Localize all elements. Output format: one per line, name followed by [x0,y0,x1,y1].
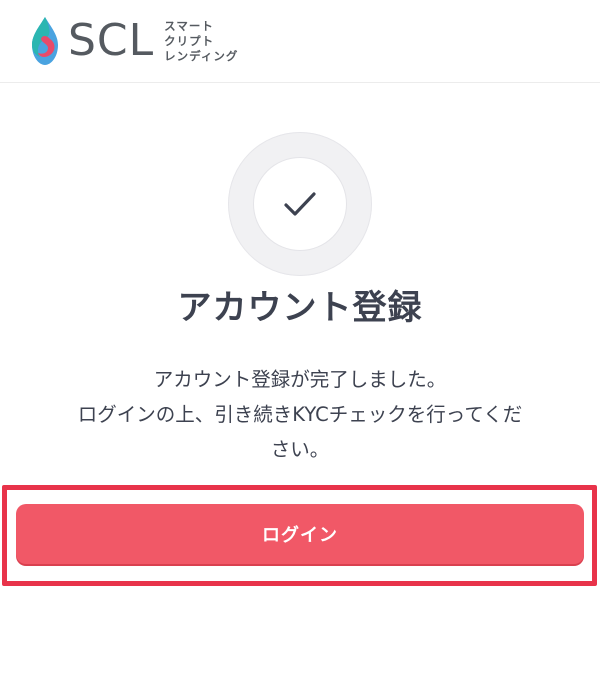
logo-text: SCL [68,15,155,66]
login-button[interactable]: ログイン [16,504,584,564]
registration-complete-page: SCL スマート クリプト レンディング アカウント登録 アカウント登録が完了し… [0,0,600,679]
message-line: さい。 [270,438,330,461]
message-line: ログインの上、引き続きKYCチェックを行ってくだ [77,403,523,426]
logo-tagline-line: スマート [164,18,214,33]
success-badge [228,132,372,276]
logo-tagline: スマート クリプト レンディング [164,19,238,64]
logo[interactable]: SCL スマート クリプト レンディング [28,14,238,68]
logo-tagline-line: レンディング [164,48,239,63]
header: SCL スマート クリプト レンディング [0,0,600,83]
message-line: アカウント登録が完了しました。 [153,368,447,391]
checkmark-icon [284,192,316,216]
page-title: アカウント登録 [177,288,423,328]
success-badge-inner [254,158,346,250]
scl-logo-drop-icon [32,17,58,65]
logo-tagline-line: クリプト [164,33,215,48]
completion-message: アカウント登録が完了しました。 ログインの上、引き続きKYCチェックを行ってくだ… [18,362,582,467]
